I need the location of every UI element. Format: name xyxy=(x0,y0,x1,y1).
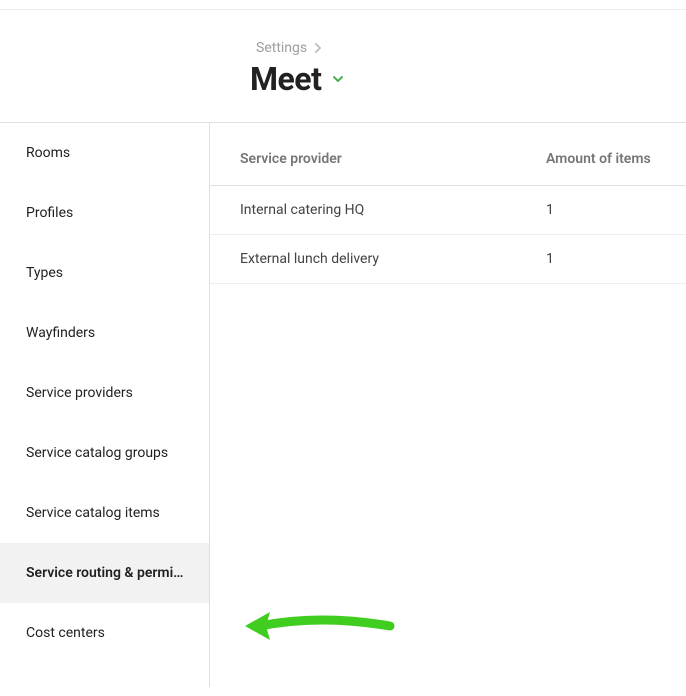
table-row[interactable]: Internal catering HQ 1 xyxy=(210,186,686,235)
page-header: Settings Meet xyxy=(0,10,686,122)
sidebar: Rooms Profiles Types Wayfinders Service … xyxy=(0,123,210,687)
breadcrumb-parent: Settings xyxy=(256,40,307,56)
sidebar-item-service-catalog-items[interactable]: Service catalog items xyxy=(0,483,209,543)
sidebar-item-cost-centers[interactable]: Cost centers xyxy=(0,603,209,663)
table-row[interactable]: External lunch delivery 1 xyxy=(210,235,686,284)
table-area: Service provider Amount of items Interna… xyxy=(210,123,686,687)
cell-amount: 1 xyxy=(546,251,686,267)
sidebar-item-service-catalog-groups[interactable]: Service catalog groups xyxy=(0,423,209,483)
cell-provider: External lunch delivery xyxy=(210,251,546,267)
sidebar-item-service-routing-permissions[interactable]: Service routing & permissi… xyxy=(0,543,209,603)
column-header-provider[interactable]: Service provider xyxy=(210,151,546,167)
chevron-right-icon xyxy=(313,43,323,53)
column-header-amount[interactable]: Amount of items xyxy=(546,151,686,167)
chevron-down-icon[interactable] xyxy=(331,72,345,86)
sidebar-item-rooms[interactable]: Rooms xyxy=(0,123,209,183)
cell-amount: 1 xyxy=(546,202,686,218)
sidebar-item-service-providers[interactable]: Service providers xyxy=(0,363,209,423)
sidebar-item-profiles[interactable]: Profiles xyxy=(0,183,209,243)
page-title-row[interactable]: Meet xyxy=(250,60,686,98)
sidebar-item-wayfinders[interactable]: Wayfinders xyxy=(0,303,209,363)
sidebar-item-types[interactable]: Types xyxy=(0,243,209,303)
top-border xyxy=(0,0,686,10)
page-title: Meet xyxy=(250,60,321,98)
cell-provider: Internal catering HQ xyxy=(210,202,546,218)
content: Rooms Profiles Types Wayfinders Service … xyxy=(0,123,686,687)
breadcrumb[interactable]: Settings xyxy=(250,40,686,56)
table-header: Service provider Amount of items xyxy=(210,123,686,186)
service-providers-table: Service provider Amount of items Interna… xyxy=(210,123,686,284)
